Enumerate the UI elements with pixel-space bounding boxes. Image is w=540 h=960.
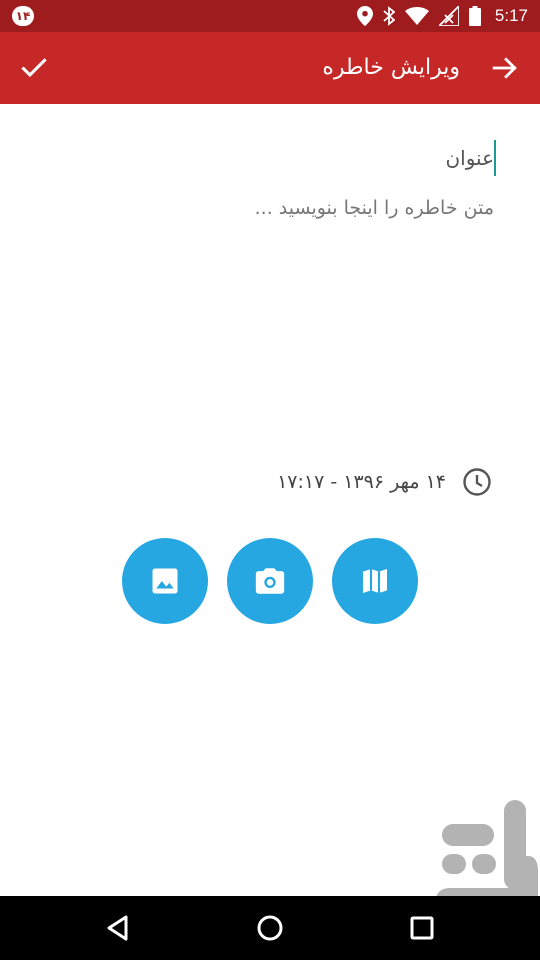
status-icons: 5:17 <box>356 0 528 32</box>
notification-badge: ۱۴ <box>12 6 34 26</box>
nav-bar <box>0 896 540 960</box>
date-row[interactable]: ۱۴ مهر ۱۳۹۶ - ۱۷:۱۷ <box>277 462 492 502</box>
add-image-button[interactable] <box>122 538 208 624</box>
title-field[interactable] <box>54 138 496 178</box>
page-title: ویرایش خاطره <box>322 55 460 80</box>
location-icon <box>356 6 373 26</box>
title-input[interactable] <box>54 138 494 178</box>
body-field[interactable] <box>54 190 494 410</box>
check-icon[interactable] <box>20 54 48 82</box>
date-text: ۱۴ مهر ۱۳۹۶ - ۱۷:۱۷ <box>277 471 446 493</box>
map-button[interactable] <box>332 538 418 624</box>
recents-square-icon[interactable] <box>406 912 438 944</box>
bluetooth-icon <box>383 6 395 26</box>
map-icon <box>363 569 387 593</box>
body-textarea[interactable] <box>54 190 494 410</box>
status-time: 5:17 <box>494 6 528 25</box>
back-triangle-icon[interactable] <box>102 912 134 944</box>
camera-button[interactable] <box>227 538 313 624</box>
arrow-forward-icon[interactable] <box>492 55 518 81</box>
text-cursor <box>494 140 496 176</box>
app-bar: ویرایش خاطره <box>0 32 540 104</box>
wifi-icon <box>404 7 429 25</box>
home-circle-icon[interactable] <box>254 912 286 944</box>
status-bar: ۱۴ 5:17 <box>0 0 540 32</box>
battery-icon <box>468 6 481 26</box>
no-signal-icon <box>438 6 459 26</box>
camera-icon <box>255 568 285 594</box>
clock-icon <box>463 468 491 496</box>
image-icon <box>152 568 178 594</box>
